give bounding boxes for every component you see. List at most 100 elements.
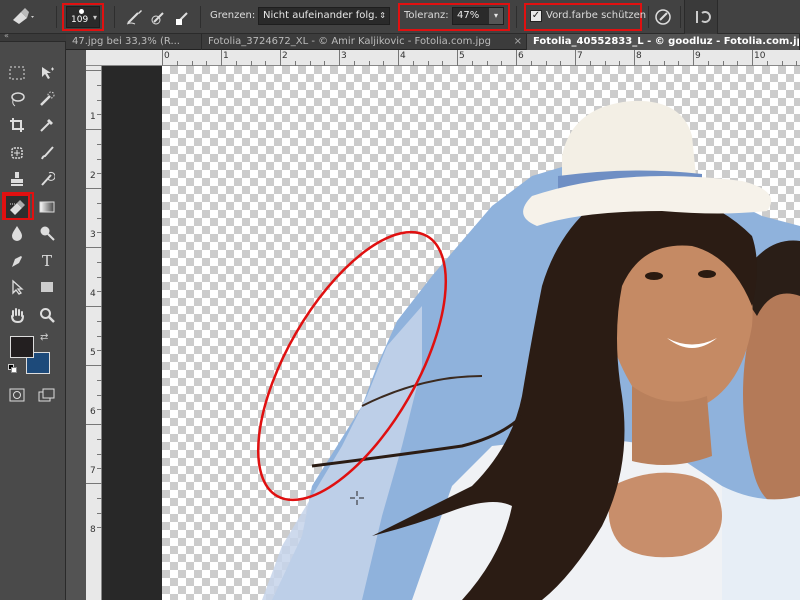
gradient-tool-icon[interactable] — [36, 196, 58, 218]
quick-selection-tool-icon[interactable] — [36, 88, 58, 110]
woman-eye-left — [645, 272, 663, 280]
toleranz-input[interactable]: 47% ▾ — [452, 7, 504, 25]
ruler-tick — [86, 129, 102, 130]
woman-hand — [608, 472, 722, 558]
ruler-label: 1 — [223, 51, 229, 61]
ruler-tick — [86, 247, 102, 248]
ruler-label: 5 — [90, 348, 96, 358]
sampling-once-icon[interactable] — [148, 6, 170, 28]
spot-healing-tool-icon[interactable] — [6, 142, 28, 164]
ruler-label: 3 — [341, 51, 347, 61]
document-tab-bar: 47.jpg bei 33,3% (R... Fotolia_3724672_X… — [0, 34, 800, 50]
toleranz-label: Toleranz: — [404, 10, 449, 21]
ruler-label: 2 — [282, 51, 288, 61]
ruler-label: 10 — [754, 51, 766, 61]
vordfarbe-label: Vord.farbe schützen — [546, 10, 647, 21]
eyedropper-tool-icon[interactable] — [36, 114, 58, 136]
ruler-tick — [752, 50, 753, 66]
ruler-tick — [693, 50, 694, 66]
ruler-label: 4 — [90, 289, 96, 299]
blur-tool-icon[interactable] — [6, 222, 28, 244]
separator — [56, 6, 57, 28]
history-brush-icon — [696, 11, 711, 23]
history-brush-tool-icon[interactable] — [36, 168, 58, 190]
options-bar: 109 ▾ Grenzen: Nicht aufeinander folg. ⇕… — [0, 0, 800, 34]
ruler-tick — [86, 306, 102, 307]
screen-mode-icon[interactable] — [36, 384, 58, 406]
chevron-down-icon[interactable]: ▾ — [489, 8, 503, 24]
sampling-background-swatch-icon[interactable] — [172, 6, 194, 28]
ruler-tick — [339, 50, 340, 66]
photo-layer — [256, 100, 800, 600]
ruler-label: 4 — [400, 51, 406, 61]
tab-label: Fotolia_40552833_L - © goodluz - Fotolia… — [533, 36, 800, 47]
separator — [648, 6, 649, 28]
ruler-tick — [280, 50, 281, 66]
dodge-tool-icon[interactable] — [36, 222, 58, 244]
background-eraser-tool-preset-icon[interactable] — [8, 6, 36, 28]
ruler-label: 3 — [90, 230, 96, 240]
ruler-tick — [86, 483, 102, 484]
brush-size-picker[interactable]: 109 ▾ — [66, 6, 100, 28]
default-colors-icon[interactable] — [8, 364, 18, 374]
ruler-tick — [86, 424, 102, 425]
separator — [200, 6, 201, 28]
brush-tool-icon[interactable] — [36, 142, 58, 164]
foreground-color-swatch[interactable] — [10, 336, 34, 358]
tab-document-3[interactable]: Fotolia_40552833_L - © goodluz - Fotolia… — [527, 34, 800, 50]
pen-tool-icon[interactable] — [6, 250, 28, 272]
ruler-label: 8 — [90, 525, 96, 535]
ruler-label: 6 — [518, 51, 524, 61]
document-canvas[interactable] — [162, 66, 800, 600]
chevron-down-icon: ▾ — [93, 13, 98, 22]
man-shirt — [722, 486, 800, 600]
pasteboard — [102, 66, 162, 600]
crop-tool-icon[interactable] — [6, 114, 28, 136]
rectangle-tool-icon[interactable] — [36, 276, 58, 298]
separator — [516, 6, 517, 28]
tab-document-1[interactable]: 47.jpg bei 33,3% (R... — [66, 34, 202, 50]
sampling-continuous-icon[interactable] — [124, 6, 146, 28]
updown-arrows-icon: ⇕ — [379, 11, 386, 20]
vertical-ruler[interactable]: 1 2 3 4 5 6 7 8 — [86, 66, 102, 600]
ruler-label: 2 — [90, 171, 96, 181]
tools-panel: « T ⇄ — [0, 31, 66, 600]
type-tool-icon[interactable]: T — [36, 250, 58, 272]
hand-tool-icon[interactable] — [6, 304, 28, 326]
toleranz-value: 47% — [457, 10, 480, 21]
zoom-tool-icon[interactable] — [36, 304, 58, 326]
brush-tip-dot-icon — [79, 9, 84, 14]
grenzen-select[interactable]: Nicht aufeinander folg. ⇕ — [258, 7, 390, 25]
move-tool-icon[interactable] — [36, 62, 58, 84]
ruler-label: 5 — [459, 51, 465, 61]
separator — [114, 6, 115, 28]
tablet-pressure-icon[interactable] — [652, 6, 674, 28]
ruler-label: 9 — [695, 51, 701, 61]
brush-size-value: 109 — [71, 15, 89, 25]
separator — [680, 6, 681, 28]
ruler-tick — [634, 50, 635, 66]
tab-label: Fotolia_3724672_XL - © Amir Kaljikovic -… — [208, 36, 491, 47]
horizontal-ruler[interactable]: 0 1 2 3 4 5 6 7 8 9 10 — [86, 50, 800, 66]
collapse-arrows-icon[interactable]: « — [4, 31, 9, 40]
marquee-tool-icon[interactable] — [6, 62, 28, 84]
ruler-tick — [86, 365, 102, 366]
tab-document-2[interactable]: Fotolia_3724672_XL - © Amir Kaljikovic -… — [202, 34, 527, 50]
panel-toggle-button[interactable] — [684, 0, 718, 34]
lasso-tool-icon[interactable] — [6, 88, 28, 110]
clone-stamp-tool-icon[interactable] — [6, 168, 28, 190]
path-selection-tool-icon[interactable] — [6, 276, 28, 298]
vordfarbe-checkbox[interactable]: ✓ — [530, 10, 542, 22]
close-icon[interactable]: × — [514, 34, 522, 50]
woman-eye-right — [698, 270, 716, 278]
ruler-tick — [86, 188, 102, 189]
ruler-tick — [398, 50, 399, 66]
ruler-tick — [575, 50, 576, 66]
grenzen-label: Grenzen: — [210, 10, 256, 21]
panel-grip[interactable]: « — [0, 31, 66, 42]
ruler-label: 7 — [90, 466, 96, 476]
ruler-label: 7 — [577, 51, 583, 61]
swap-colors-icon[interactable]: ⇄ — [40, 332, 48, 343]
grenzen-value: Nicht aufeinander folg. — [263, 10, 378, 21]
quick-mask-icon[interactable] — [6, 384, 28, 406]
